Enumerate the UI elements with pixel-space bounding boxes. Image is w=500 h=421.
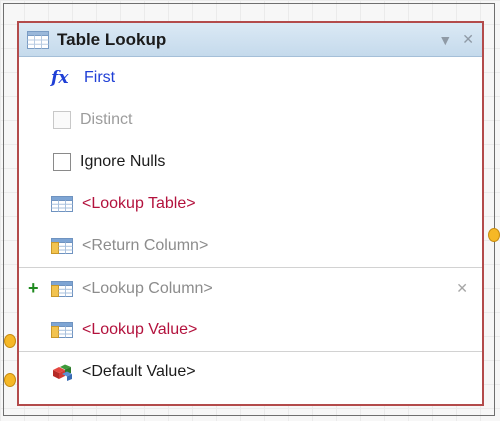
chevron-down-icon[interactable]: ▼ [438, 32, 452, 48]
node-title: Table Lookup [57, 29, 167, 49]
lookup-column-label[interactable]: <Lookup Column> [82, 280, 213, 298]
distinct-checkbox [53, 111, 71, 129]
close-icon[interactable]: ✕ [462, 31, 474, 48]
default-value-input-connector[interactable] [4, 373, 16, 387]
output-connector[interactable] [488, 228, 500, 242]
table-column-icon [51, 238, 73, 254]
return-column-row[interactable]: <Return Column> [19, 225, 482, 267]
lookup-table-row[interactable]: <Lookup Table> [19, 183, 482, 225]
table-icon [51, 196, 73, 212]
return-column-label[interactable]: <Return Column> [82, 237, 208, 255]
default-value-row[interactable]: <Default Value> [19, 351, 482, 391]
lookup-column-row[interactable]: + <Lookup Column> ✕ [19, 267, 482, 309]
table-column-icon [51, 322, 73, 338]
lookup-column-input-connector[interactable] [4, 334, 16, 348]
function-row[interactable]: fx First [19, 57, 482, 99]
lookup-value-row[interactable]: <Lookup Value> [19, 309, 482, 351]
fx-icon: fx [51, 68, 69, 88]
default-value-icon [51, 363, 73, 381]
ignore-nulls-checkbox[interactable] [53, 153, 71, 171]
add-icon[interactable]: + [28, 279, 39, 297]
distinct-label: Distinct [80, 111, 133, 128]
default-value-label[interactable]: <Default Value> [82, 363, 196, 381]
function-label[interactable]: First [84, 69, 115, 87]
distinct-row: Distinct [19, 99, 482, 141]
table-lookup-node[interactable]: Table Lookup ▼ ✕ fx First Distinct Ignor… [17, 21, 484, 406]
lookup-value-label[interactable]: <Lookup Value> [82, 321, 197, 339]
lookup-table-label[interactable]: <Lookup Table> [82, 195, 196, 213]
ignore-nulls-label[interactable]: Ignore Nulls [80, 153, 165, 171]
remove-row-icon[interactable]: ✕ [456, 280, 468, 297]
ignore-nulls-row[interactable]: Ignore Nulls [19, 141, 482, 183]
node-header[interactable]: Table Lookup ▼ ✕ [19, 23, 482, 57]
table-column-icon [51, 280, 73, 297]
table-icon [27, 30, 49, 49]
